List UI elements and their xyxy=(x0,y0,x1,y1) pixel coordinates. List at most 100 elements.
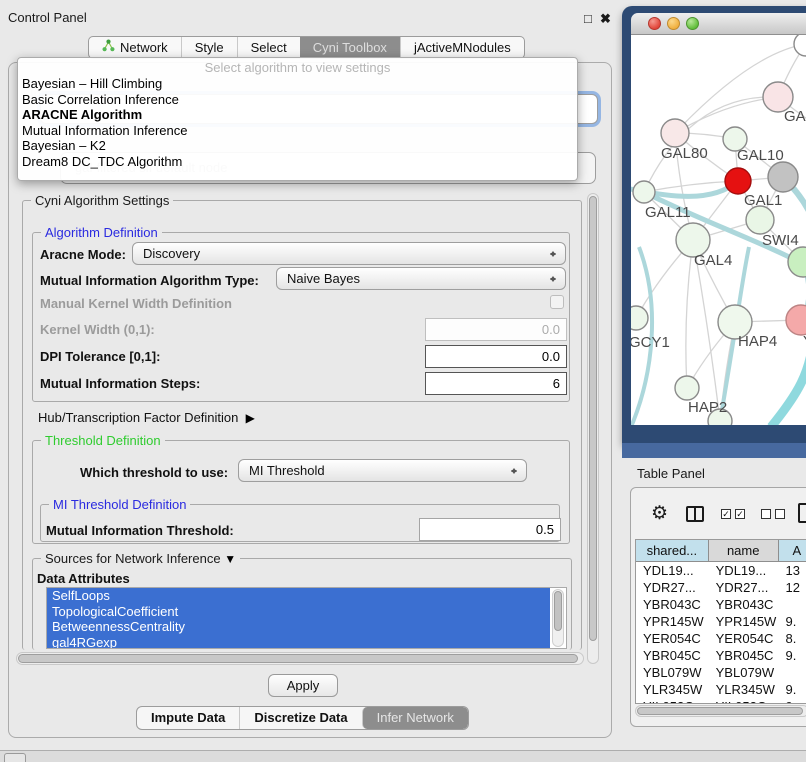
scrollbar-thumb[interactable] xyxy=(18,654,578,663)
column-header[interactable]: name xyxy=(709,540,779,562)
table-row[interactable]: YBR043CYBR043C xyxy=(636,596,806,613)
list-item-selected[interactable]: SelfLoops xyxy=(47,588,550,604)
close-traffic-light-icon[interactable] xyxy=(648,17,661,30)
tab-style[interactable]: Style xyxy=(181,37,237,58)
expander-right-icon[interactable]: ▶ xyxy=(246,411,255,425)
tab-select[interactable]: Select xyxy=(237,37,300,58)
cyni-settings-group-title: Cyni Algorithm Settings xyxy=(31,193,173,208)
dropdown-item[interactable]: Bayesian – Hill Climbing xyxy=(18,76,577,92)
node-gcy1[interactable] xyxy=(631,306,648,330)
network-window-titlebar[interactable] xyxy=(631,13,806,35)
dropdown-item-selected[interactable]: ARACNE Algorithm xyxy=(18,107,577,123)
table-row[interactable]: YPR145WYPR145W9. xyxy=(636,613,806,630)
tab-infer-network[interactable]: Infer Network xyxy=(362,707,468,729)
desktop-background xyxy=(622,443,806,458)
scrollbar-thumb[interactable] xyxy=(637,707,803,715)
columns-icon[interactable] xyxy=(686,506,704,522)
list-item-selected[interactable]: BetweennessCentrality xyxy=(47,619,550,635)
unchecked-checkbox-icon[interactable] xyxy=(761,509,771,519)
which-threshold-label: Which threshold to use: xyxy=(80,465,228,480)
list-vertical-scrollbar[interactable] xyxy=(552,589,564,647)
stepper-icon xyxy=(549,272,558,286)
node-label: GAL80 xyxy=(661,145,708,162)
mi-threshold-field[interactable]: 0.5 xyxy=(419,518,561,541)
node-label: GCY1 xyxy=(631,334,670,351)
dropdown-item[interactable]: Mutual Information Inference xyxy=(18,123,577,139)
dropdown-item[interactable]: Bayesian – K2 xyxy=(18,138,577,154)
dropdown-item[interactable]: Basic Correlation Inference xyxy=(18,92,577,108)
node-label: HAP2 xyxy=(688,399,727,416)
mi-algorithm-type-combobox[interactable]: Naive Bayes xyxy=(276,267,566,290)
aracne-mode-combobox[interactable]: Discovery xyxy=(132,242,566,265)
table-row[interactable]: YBL079WYBL079W xyxy=(636,664,806,681)
node-label: GAL11 xyxy=(645,204,691,221)
node-cut-top[interactable] xyxy=(794,35,806,56)
tab-network[interactable]: Network xyxy=(89,37,181,58)
dropdown-item[interactable]: Dream8 DC_TDC Algorithm xyxy=(18,154,577,170)
mi-steps-label: Mutual Information Steps: xyxy=(40,376,200,391)
tab-impute-data[interactable]: Impute Data xyxy=(137,707,239,729)
zoom-traffic-light-icon[interactable] xyxy=(686,17,699,30)
table-row[interactable]: YIL052CYIL052C9 xyxy=(636,698,806,704)
column-header[interactable]: shared... xyxy=(636,540,709,562)
dpi-tolerance-label: DPI Tolerance [0,1]: xyxy=(40,349,160,364)
which-threshold-combobox[interactable]: MI Threshold xyxy=(238,459,527,482)
tab-cyni-toolbox[interactable]: Cyni Toolbox xyxy=(300,37,400,58)
close-window-icon[interactable]: ✖ xyxy=(600,11,611,27)
node-swi4[interactable] xyxy=(788,247,806,277)
scrollbar-thumb[interactable] xyxy=(589,196,597,641)
checked-checkbox-icon[interactable]: ✓ xyxy=(721,509,731,519)
scrollbar-thumb[interactable] xyxy=(554,591,562,631)
node-red-selected[interactable] xyxy=(725,168,751,194)
cyni-bottom-tabbar: Impute Data Discretize Data Infer Networ… xyxy=(136,706,469,730)
node-gal1[interactable] xyxy=(746,206,774,234)
table-row[interactable]: YLR345WYLR345W9. xyxy=(636,681,806,698)
aracne-mode-label: Aracne Mode: xyxy=(40,247,126,262)
collapse-down-icon[interactable]: ▼ xyxy=(224,552,236,566)
node-table[interactable]: shared... name A YDL19...YDL19...13 YDR2… xyxy=(635,539,806,704)
network-nodes[interactable] xyxy=(631,35,806,425)
data-attributes-label: Data Attributes xyxy=(37,571,130,586)
control-panel-title: Control Panel xyxy=(8,10,87,25)
minimized-panel-button[interactable] xyxy=(4,753,26,762)
screenshot-root: Control Panel □ ✖ Network Style Select C… xyxy=(0,0,806,762)
float-window-icon[interactable]: □ xyxy=(584,11,592,26)
kernel-width-field[interactable]: 0.0 xyxy=(425,318,567,341)
stepper-icon xyxy=(510,464,519,478)
unchecked-checkbox-icon[interactable] xyxy=(775,509,785,519)
table-row[interactable]: YDL19...YDL19...13 xyxy=(636,562,806,579)
node-gal80[interactable] xyxy=(661,119,689,147)
minimize-traffic-light-icon[interactable] xyxy=(667,17,680,30)
network-icon xyxy=(102,37,115,58)
node-gray[interactable] xyxy=(768,162,798,192)
tab-discretize-data[interactable]: Discretize Data xyxy=(239,707,361,729)
hub-definition-expander[interactable]: Hub/Transcription Factor Definition ▶ xyxy=(38,410,255,425)
data-attributes-list[interactable]: SelfLoops TopologicalCoefficient Between… xyxy=(46,587,567,649)
network-canvas[interactable]: GAL GAL80 GAL10 GAL11 GAL1 SWI4 GAL4 GCY… xyxy=(631,35,806,425)
node-y-cut[interactable] xyxy=(786,305,806,335)
column-header[interactable]: A xyxy=(779,540,806,562)
dpi-tolerance-field[interactable]: 0.0 xyxy=(425,345,567,368)
table-horizontal-scrollbar[interactable] xyxy=(635,705,806,717)
apply-button[interactable]: Apply xyxy=(268,674,338,697)
document-icon[interactable] xyxy=(798,503,806,523)
table-row[interactable]: YER054CYER054C8. xyxy=(636,630,806,647)
gear-icon[interactable]: ⚙ xyxy=(651,504,668,523)
table-row[interactable]: YDR27...YDR27...12 xyxy=(636,579,806,596)
settings-horizontal-scrollbar[interactable] xyxy=(16,652,584,665)
list-item-selected[interactable]: gal4RGexp xyxy=(47,635,550,650)
threshold-definition-title: Threshold Definition xyxy=(41,433,165,448)
algorithm-definition-title: Algorithm Definition xyxy=(41,225,162,240)
node-gal11[interactable] xyxy=(633,181,655,203)
node-hap2[interactable] xyxy=(675,376,699,400)
tab-jactivemnodules[interactable]: jActiveMNodules xyxy=(400,37,524,58)
list-item-selected[interactable]: TopologicalCoefficient xyxy=(47,604,550,620)
settings-vertical-scrollbar[interactable] xyxy=(587,193,599,664)
manual-kernel-width-checkbox[interactable] xyxy=(550,295,564,309)
network-node-labels: GAL GAL80 GAL10 GAL11 GAL1 SWI4 GAL4 GCY… xyxy=(631,108,806,416)
mi-steps-field[interactable]: 6 xyxy=(425,372,567,395)
table-row[interactable]: YBR045CYBR045C9. xyxy=(636,647,806,664)
checked-checkbox-icon[interactable]: ✓ xyxy=(735,509,745,519)
mi-threshold-group-title: MI Threshold Definition xyxy=(49,497,190,512)
node-label: GAL1 xyxy=(744,192,782,209)
